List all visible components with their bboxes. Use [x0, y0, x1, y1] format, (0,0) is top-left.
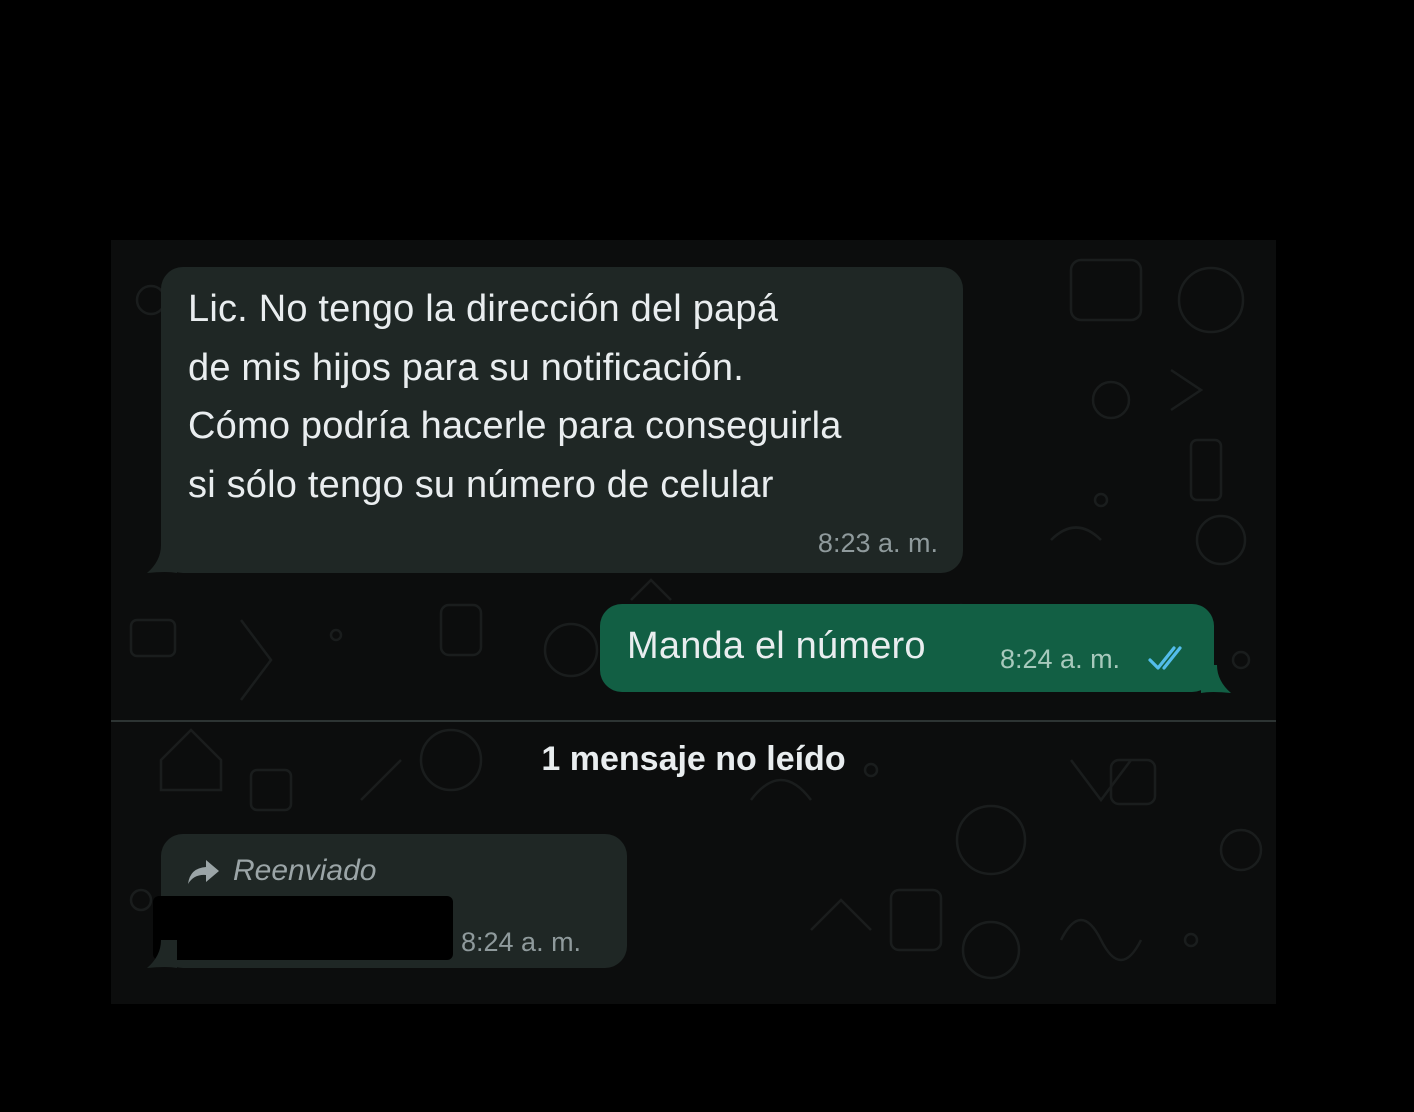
incoming-message-time: 8:23 a. m.: [817, 528, 938, 558]
chat-panel[interactable]: Lic. No tengo la dirección del papá de m…: [111, 240, 1276, 1004]
redacted-message-content: [153, 896, 453, 960]
incoming-message-text: Lic. No tengo la dirección del papá de m…: [188, 288, 842, 506]
unread-divider-line: [111, 720, 1276, 722]
unread-messages-label: 1 mensaje no leído: [541, 740, 846, 778]
incoming-bubble-tail: [147, 545, 177, 573]
outgoing-message-bubble[interactable]: Manda el número 8:24 a. m.: [600, 604, 1214, 692]
forwarded-label: Reenviado: [233, 854, 377, 887]
incoming-message-bubble[interactable]: Lic. No tengo la dirección del papá de m…: [161, 267, 963, 573]
outgoing-message-time: 8:24 a. m.: [1000, 644, 1121, 674]
outgoing-message-text: Manda el número: [627, 625, 926, 667]
forwarded-message-time: 8:24 a. m.: [461, 927, 582, 957]
forwarded-bubble-tail: [147, 940, 177, 968]
outgoing-bubble-tail: [1201, 665, 1231, 693]
forwarded-message-bubble[interactable]: Reenviado 8:24 a. m.: [153, 834, 627, 968]
double-check-read-icon: [1148, 646, 1182, 670]
forward-arrow-icon: [188, 860, 219, 884]
